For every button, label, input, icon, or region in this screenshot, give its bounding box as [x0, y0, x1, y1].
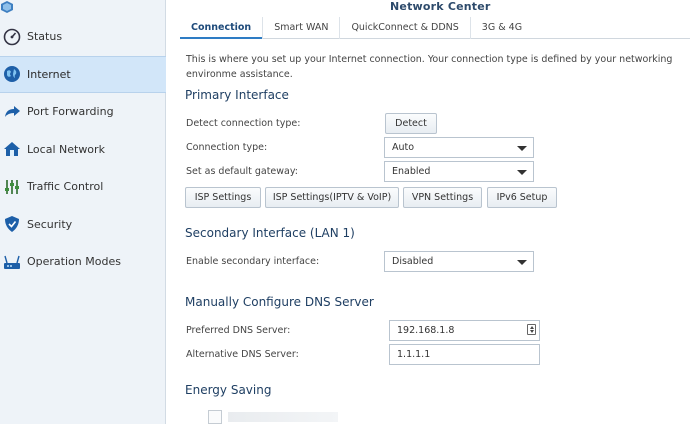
chevron-down-icon [517, 170, 527, 175]
sidebar-item-label: Local Network [27, 142, 105, 156]
sidebar-item-label: Internet [27, 67, 71, 81]
sliders-icon [2, 177, 22, 197]
globe-icon [2, 64, 22, 84]
enable-secondary-select[interactable]: Disabled [384, 251, 534, 272]
sidebar-item-local-network[interactable]: Local Network [0, 131, 166, 169]
primary-interface-heading: Primary Interface [185, 88, 289, 102]
arrow-right-icon [2, 102, 22, 122]
sidebar-item-internet[interactable]: Internet [0, 55, 166, 93]
app-logo-icon [0, 0, 14, 14]
isp-iptv-voip-settings-button[interactable]: ISP Settings(IPTV & VoIP) [265, 187, 399, 208]
ipv6-setup-button[interactable]: IPv6 Setup [487, 187, 557, 208]
router-icon [2, 252, 22, 272]
default-gateway-value: Enabled [392, 166, 431, 177]
default-gateway-select[interactable]: Enabled [384, 161, 534, 182]
alternative-dns-label: Alternative DNS Server: [186, 349, 299, 360]
enable-secondary-label: Enable secondary interface: [186, 256, 320, 267]
sidebar-item-port-forwarding[interactable]: Port Forwarding [0, 93, 166, 131]
tab-bar: Connection Smart WAN QuickConnect & DDNS… [180, 17, 690, 39]
connection-type-select[interactable]: Auto [384, 137, 534, 158]
sidebar-item-label: Operation Modes [27, 255, 121, 269]
tab-3g-4g[interactable]: 3G & 4G [469, 17, 533, 39]
detect-button[interactable]: Detect [385, 113, 437, 134]
alternative-dns-input[interactable] [389, 344, 540, 365]
connection-type-value: Auto [392, 142, 415, 153]
preferred-dns-input[interactable] [389, 320, 540, 341]
sidebar-item-label: Security [27, 217, 73, 231]
shield-icon [2, 214, 22, 234]
sidebar: Status Internet Port Forwarding Local Ne… [0, 0, 166, 424]
energy-saving-heading: Energy Saving [185, 383, 272, 397]
sidebar-item-security[interactable]: Security [0, 206, 166, 244]
gauge-icon [2, 27, 22, 47]
energy-saving-checkbox[interactable] [208, 410, 222, 424]
tab-smart-wan[interactable]: Smart WAN [262, 17, 339, 39]
vpn-settings-button[interactable]: VPN Settings [403, 187, 482, 208]
connection-type-label: Connection type: [186, 142, 268, 153]
energy-saving-option-partial [228, 412, 338, 422]
sidebar-item-traffic-control[interactable]: Traffic Control [0, 168, 166, 206]
sidebar-nav: Status Internet Port Forwarding Local Ne… [0, 18, 166, 281]
secondary-interface-heading: Secondary Interface (LAN 1) [185, 226, 355, 240]
dns-heading: Manually Configure DNS Server [185, 295, 374, 309]
enable-secondary-value: Disabled [392, 256, 434, 267]
isp-settings-button[interactable]: ISP Settings [185, 187, 261, 208]
chevron-down-icon [517, 260, 527, 265]
tab-connection[interactable]: Connection [180, 17, 263, 39]
sidebar-item-operation-modes[interactable]: Operation Modes [0, 243, 166, 281]
window-title: Network Center [390, 0, 491, 13]
sidebar-item-label: Status [27, 30, 63, 44]
page-description: This is where you set up your Internet c… [186, 54, 673, 80]
sidebar-item-label: Port Forwarding [27, 105, 114, 119]
default-gateway-label: Set as default gateway: [186, 166, 299, 177]
home-icon [2, 139, 22, 159]
sidebar-item-status[interactable]: Status [0, 18, 166, 56]
chevron-down-icon [517, 146, 527, 151]
preferred-dns-label: Preferred DNS Server: [186, 325, 291, 336]
tab-quickconnect-ddns[interactable]: QuickConnect & DDNS [339, 17, 469, 39]
spinner-icon[interactable] [527, 324, 536, 335]
detect-connection-label: Detect connection type: [186, 118, 301, 129]
main-panel: Network Center Connection Smart WAN Quic… [166, 0, 690, 424]
sidebar-item-label: Traffic Control [27, 180, 104, 194]
